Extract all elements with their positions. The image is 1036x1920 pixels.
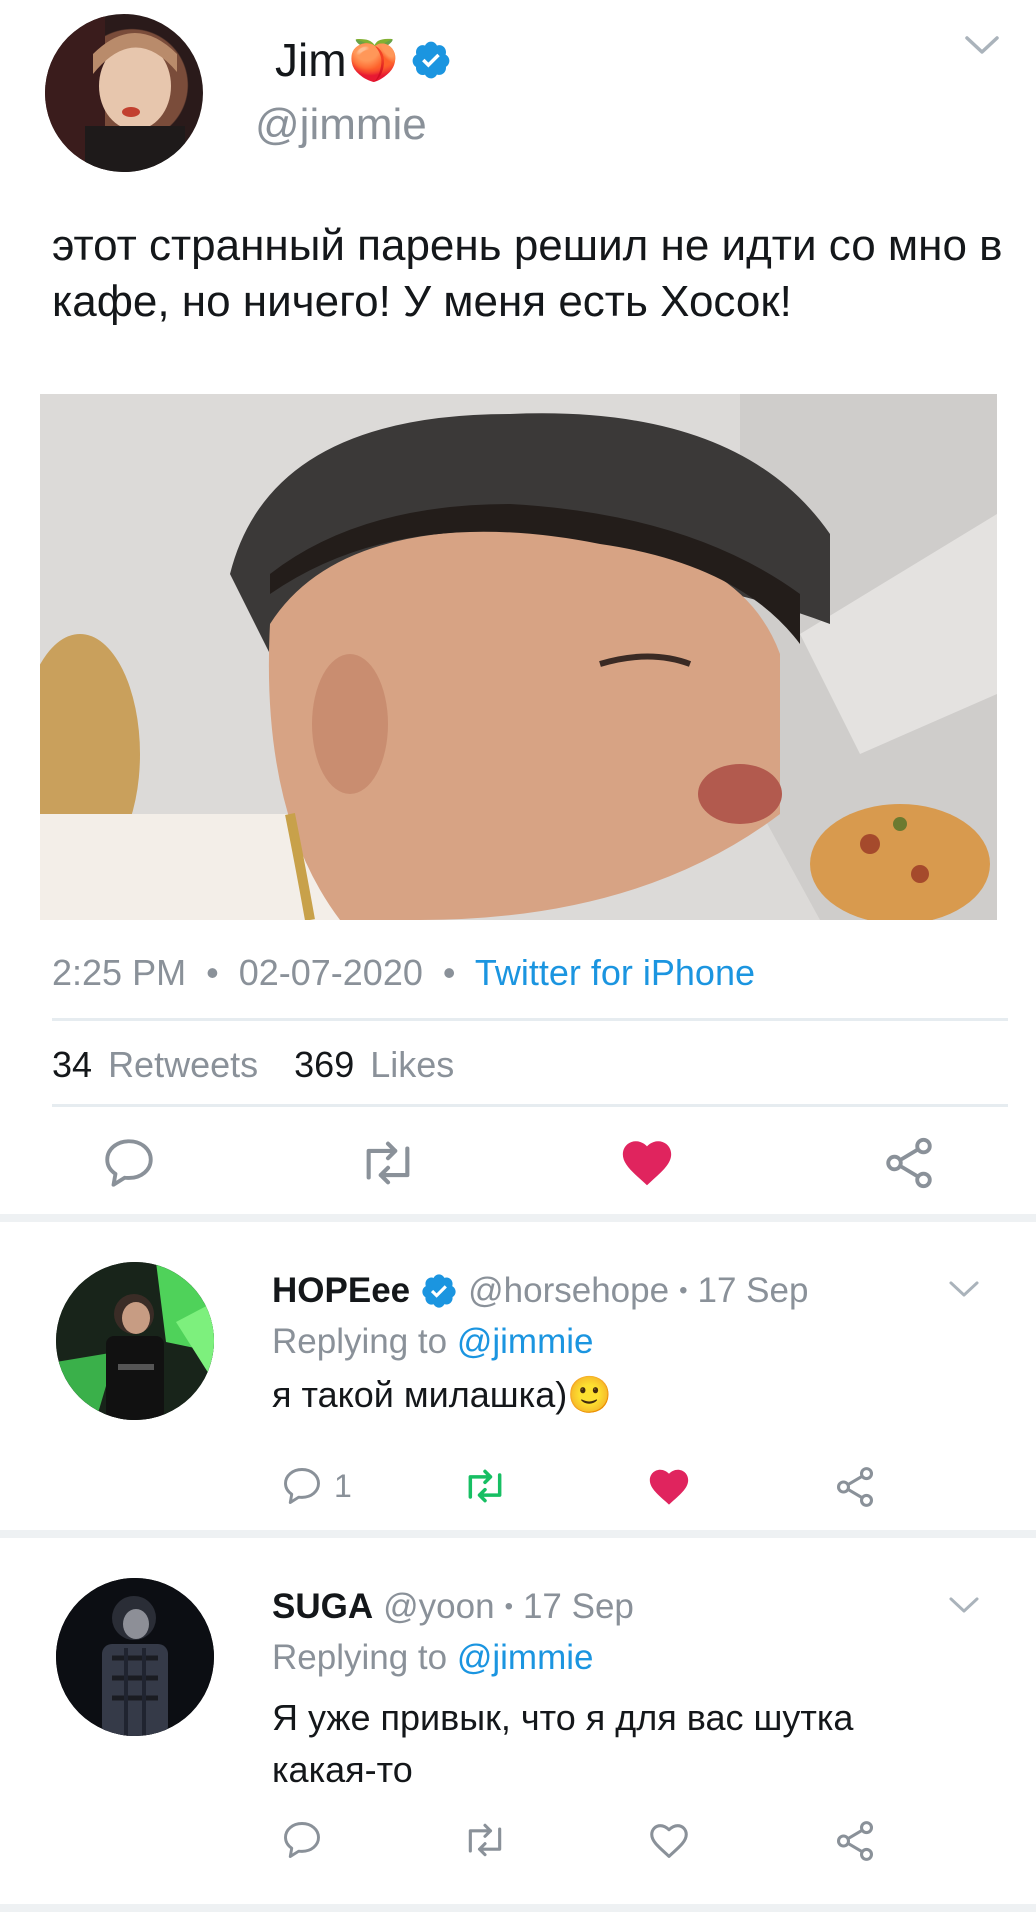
meta-dot: • — [679, 1277, 688, 1304]
retweets-count[interactable]: 34 — [52, 1044, 92, 1085]
verified-badge-icon — [410, 39, 452, 81]
replying-to-label: Replying to — [272, 1322, 448, 1361]
retweet-icon[interactable] — [356, 1134, 420, 1192]
share-icon[interactable] — [832, 1818, 878, 1864]
handle[interactable]: @horsehope — [468, 1271, 669, 1311]
avatar[interactable] — [45, 14, 203, 172]
engagement-counts: 34 Retweets 369 Likes — [52, 1044, 454, 1086]
reply-icon[interactable] — [100, 1134, 158, 1192]
chevron-down-icon[interactable] — [962, 30, 1002, 60]
reply-header: SUGA @yoon • 17 Sep — [272, 1584, 634, 1630]
avatar[interactable] — [56, 1578, 214, 1736]
tweet-image[interactable] — [40, 394, 997, 920]
section-separator — [0, 1214, 1036, 1222]
divider — [52, 1104, 1008, 1107]
meta-dot: • — [504, 1593, 513, 1620]
meta-dot: • — [442, 952, 456, 993]
chevron-down-icon[interactable] — [946, 1276, 982, 1302]
reply-icon[interactable] — [280, 1818, 324, 1862]
likes-label[interactable]: Likes — [370, 1044, 454, 1085]
replying-to: Replying to @jimmie — [272, 1638, 593, 1678]
avatar-image — [56, 1578, 214, 1736]
reply-header: HOPEee @horsehope • 17 Sep — [272, 1268, 808, 1314]
like-icon-filled[interactable] — [618, 1134, 676, 1192]
reply-date: 17 Sep — [697, 1271, 809, 1310]
like-icon-filled[interactable] — [646, 1464, 692, 1510]
handle[interactable]: @jimmie — [255, 100, 427, 150]
reply-text-line: Я уже привык, что я для вас шутка — [272, 1697, 854, 1738]
reply-text: Я уже привык, что я для вас шутка какая-… — [272, 1692, 853, 1796]
share-icon[interactable] — [880, 1134, 938, 1192]
reply-text-line: какая-то — [272, 1749, 413, 1790]
replying-to-label: Replying to — [272, 1638, 448, 1677]
tweet-time: 2:25 PM — [52, 952, 187, 993]
photo-illustration — [40, 394, 997, 920]
replying-to-handle[interactable]: @jimmie — [457, 1638, 594, 1677]
tweet-text: этот странный парень решил не идти со мн… — [52, 221, 1003, 326]
tweet-source-link[interactable]: Twitter for iPhone — [475, 952, 755, 993]
reply-date: 17 Sep — [522, 1587, 634, 1626]
avatar-image — [56, 1262, 214, 1420]
retweet-icon-active[interactable] — [460, 1464, 510, 1508]
verified-badge-icon — [420, 1272, 458, 1310]
display-name[interactable]: SUGA — [272, 1587, 373, 1627]
divider — [52, 1018, 1008, 1021]
replying-to-handle[interactable]: @jimmie — [457, 1322, 594, 1361]
peach-emoji: 🍑 — [348, 38, 399, 83]
like-icon[interactable] — [646, 1818, 692, 1864]
tweet-date: 02-07-2020 — [238, 952, 423, 993]
display-name-row[interactable]: Jim 🍑 — [275, 30, 452, 90]
handle[interactable]: @yoon — [383, 1587, 494, 1627]
section-separator — [0, 1530, 1036, 1538]
likes-count[interactable]: 369 — [294, 1044, 354, 1085]
section-separator — [0, 1904, 1036, 1912]
meta-dot: • — [206, 952, 219, 993]
reply-count: 1 — [334, 1467, 352, 1504]
reply-text: я такой милашка)🙂 — [272, 1374, 613, 1415]
reply-icon — [284, 1468, 320, 1504]
share-icon[interactable] — [832, 1464, 878, 1510]
reply-action[interactable]: 1 — [280, 1464, 352, 1508]
retweet-icon[interactable] — [460, 1818, 510, 1862]
replying-to: Replying to @jimmie — [272, 1322, 593, 1362]
display-name: Jim — [275, 34, 347, 86]
chevron-down-icon[interactable] — [946, 1592, 982, 1618]
tweet-meta: 2:25 PM • 02-07-2020 • Twitter for iPhon… — [52, 952, 755, 994]
retweets-label[interactable]: Retweets — [108, 1044, 258, 1085]
avatar[interactable] — [56, 1262, 214, 1420]
avatar-image — [45, 14, 185, 172]
display-name[interactable]: HOPEee — [272, 1271, 410, 1311]
